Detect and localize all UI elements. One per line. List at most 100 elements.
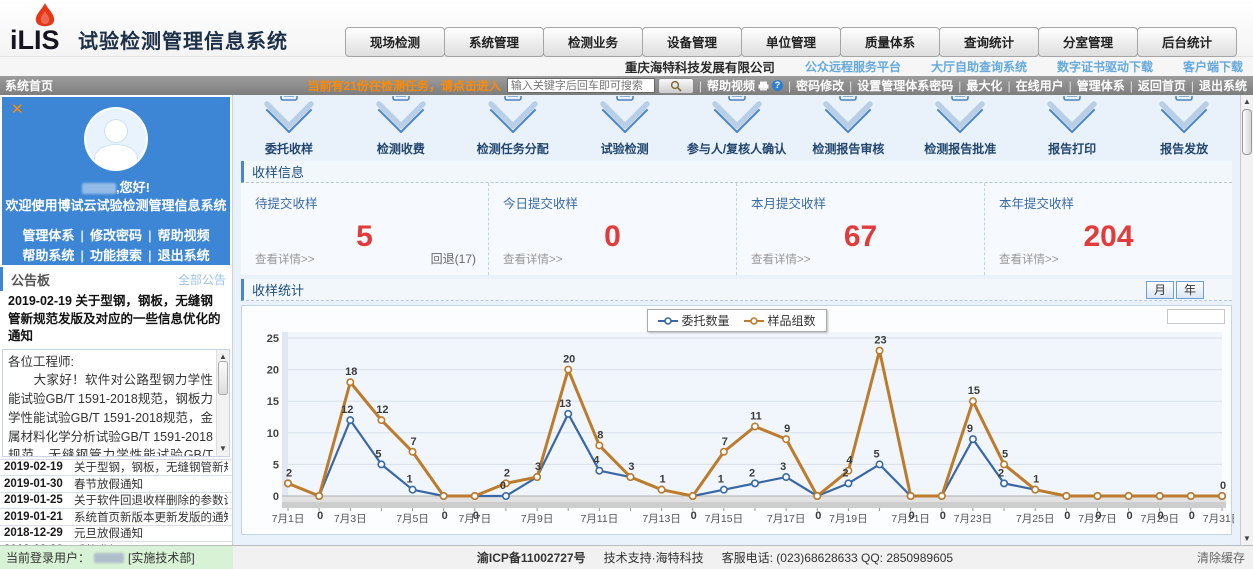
menu-system-password[interactable]: 设置管理体系密码 (857, 77, 953, 94)
task-alert[interactable]: 当前有21份在检测任务，请点击进入 (308, 77, 501, 94)
confirm-icon (681, 96, 793, 140)
svg-text:15: 15 (267, 396, 279, 408)
svg-text:5: 5 (273, 459, 279, 471)
quicklink-change-password[interactable]: 修改密码 (90, 228, 142, 243)
status-bar: 当前登录用户： [实施技术部] 渝ICP备11002727号 技术支持·海特科技… (0, 545, 1253, 569)
link-remote-service[interactable]: 公众远程服务平台 (805, 58, 901, 75)
scroll-thumb[interactable] (1242, 109, 1252, 155)
svg-text:10: 10 (267, 428, 279, 440)
quicklink-function-search[interactable]: 功能搜索 (90, 248, 142, 263)
menu-back-home[interactable]: 返回首页 (1138, 77, 1186, 94)
board-title: 公告板 (11, 270, 50, 289)
nav-tab-test-business[interactable]: 检测业务 (543, 27, 643, 57)
quicklink-help-system[interactable]: 帮助系统 (22, 248, 74, 263)
link-client-download[interactable]: 客户端下载 (1183, 58, 1243, 75)
redacted-username (94, 553, 124, 563)
search-button[interactable] (658, 78, 694, 94)
view-detail-link[interactable]: 查看详情>> (503, 251, 562, 267)
nav-tab-equipment[interactable]: 设备管理 (642, 27, 742, 57)
list-item[interactable]: 2018-12-29元旦放假通知 (0, 525, 232, 542)
scroll-thumb[interactable] (218, 361, 228, 395)
clear-cache-link[interactable]: 清除缓存 (1197, 549, 1245, 566)
workflow-step-6[interactable]: 检测报告审核 (792, 96, 904, 159)
svg-text:5: 5 (873, 448, 879, 460)
user-greeting: ,您好! (2, 177, 230, 196)
chart-toolbar-placeholder[interactable] (1167, 309, 1225, 324)
workflow-step-2[interactable]: 检测收费 (345, 96, 457, 159)
list-item[interactable]: 2019-01-25关于软件回退收样删除的参数试验数据 (0, 492, 232, 509)
nav-tab-backend-stats[interactable]: 后台统计 (1137, 27, 1237, 57)
quicklink-quality-system[interactable]: 管理体系 (22, 228, 74, 243)
nav-tab-room-mgmt[interactable]: 分室管理 (1038, 27, 1138, 57)
menu-maximize[interactable]: 最大化 (966, 77, 1002, 94)
year-button[interactable]: 年 (1176, 281, 1204, 299)
list-item[interactable]: 2019-01-21系统首页新版本更新发版的通知 (0, 508, 232, 525)
notice-headline[interactable]: 2019-02-19 关于型钢，钢板，无缝钢管新规范发版及对应的一些信息优化的通… (0, 291, 232, 349)
notice-scrollbar[interactable]: ▲ ▼ (216, 350, 229, 456)
menu-logout[interactable]: 退出系统 (1199, 77, 1247, 94)
scroll-up-icon[interactable]: ▲ (1243, 97, 1251, 106)
svg-text:20: 20 (563, 354, 575, 366)
svg-text:7月9日: 7月9日 (521, 513, 554, 525)
list-item[interactable]: 2019-01-30春节放假通知 (0, 475, 232, 492)
scroll-down-icon[interactable]: ▼ (219, 443, 227, 455)
svg-text:0: 0 (473, 510, 479, 522)
nav-tab-field-test[interactable]: 现场检测 (345, 27, 445, 57)
home-tab[interactable]: 系统首页 (5, 77, 53, 94)
svg-text:7月11日: 7月11日 (580, 513, 618, 525)
rollback-link[interactable]: 回退(17) (431, 250, 476, 267)
redacted-username (82, 183, 116, 194)
help-icon[interactable]: ? (772, 80, 783, 91)
search-icon (670, 80, 682, 92)
link-cert-driver[interactable]: 数字证书驱动下载 (1057, 58, 1153, 75)
svg-text:7月15日: 7月15日 (705, 513, 744, 525)
month-button[interactable]: 月 (1146, 281, 1174, 299)
stat-card-month: 本月提交收样 67 查看详情>> (737, 183, 985, 275)
svg-text:8: 8 (597, 429, 603, 441)
workflow-step-1[interactable]: 委托收样 (233, 96, 345, 159)
footer-center: 渝ICP备11002727号 技术支持·海特科技 客服电话: (023)6862… (233, 549, 1197, 566)
nav-tab-system-mgmt[interactable]: 系统管理 (444, 27, 544, 57)
workflow-step-7[interactable]: 检测报告批准 (904, 96, 1016, 159)
menu-quality-system[interactable]: 管理体系 (1077, 77, 1125, 94)
quicklink-help-video[interactable]: 帮助视频 (158, 228, 210, 243)
svg-text:18: 18 (345, 366, 357, 378)
view-detail-link[interactable]: 查看详情>> (751, 251, 810, 267)
menu-online-users[interactable]: 在线用户 (1016, 77, 1064, 94)
legend-consignments[interactable]: 委托数量 (657, 312, 729, 329)
list-item[interactable]: 2019-02-19关于型钢，钢板，无缝钢管新规范发版 (0, 459, 232, 476)
main-scrollbar[interactable]: ▲ ▼ (1240, 95, 1253, 545)
menu-change-password[interactable]: 密码修改 (796, 77, 844, 94)
menu-help-video[interactable]: 帮助视频 ? (707, 77, 783, 94)
quicklink-logout[interactable]: 退出系统 (158, 248, 210, 263)
scroll-down-icon[interactable]: ▼ (1243, 534, 1251, 543)
close-icon[interactable]: ✕ (11, 100, 24, 118)
svg-text:3: 3 (628, 461, 634, 473)
all-notices-link[interactable]: 全部公告 (178, 271, 226, 288)
search-input[interactable] (507, 78, 655, 93)
workflow-step-5[interactable]: 参与人/复核人确认 (681, 96, 793, 159)
svg-text:11: 11 (750, 410, 762, 422)
svg-text:7: 7 (410, 436, 416, 448)
svg-text:3: 3 (780, 461, 786, 473)
workflow-step-8[interactable]: 报告打印 (1016, 96, 1128, 159)
view-detail-link[interactable]: 查看详情>> (255, 251, 314, 267)
legend-sample-groups[interactable]: 样品组数 (744, 312, 816, 329)
workflow-step-9[interactable]: 报告发放 (1128, 96, 1240, 159)
workflow-step-4[interactable]: 试验检测 (569, 96, 681, 159)
assign-icon (457, 96, 569, 140)
link-hall-query[interactable]: 大厅自助查询系统 (931, 58, 1027, 75)
svg-text:0: 0 (1220, 480, 1226, 492)
workflow-step-3[interactable]: 检测任务分配 (457, 96, 569, 159)
stats-section-header: 收样统计 月 年 (241, 279, 1232, 301)
svg-text:2: 2 (749, 467, 755, 479)
chart-legend[interactable]: 委托数量 样品组数 (646, 309, 826, 332)
nav-tab-unit-mgmt[interactable]: 单位管理 (741, 27, 841, 57)
printer-icon (758, 81, 769, 91)
svg-text:2: 2 (998, 467, 1004, 479)
nav-tab-query-stats[interactable]: 查询统计 (939, 27, 1039, 57)
nav-tab-quality[interactable]: 质量体系 (840, 27, 940, 57)
svg-text:0: 0 (815, 510, 821, 522)
stat-card-year: 本年提交收样 204 查看详情>> (985, 183, 1232, 275)
view-detail-link[interactable]: 查看详情>> (999, 251, 1058, 267)
